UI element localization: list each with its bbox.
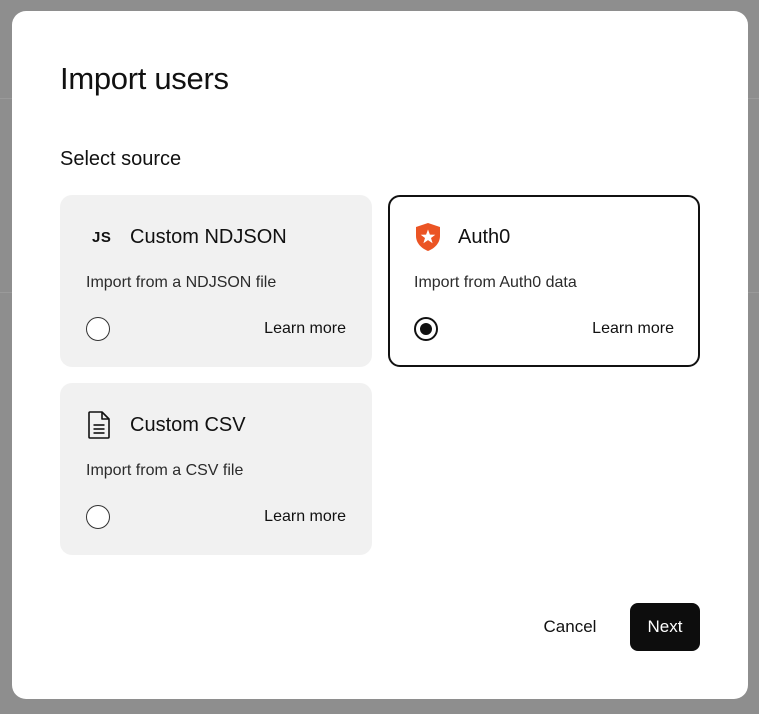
dialog-title: Import users [60,61,229,96]
document-icon [86,410,116,440]
learn-more-link-auth0[interactable]: Learn more [592,318,674,340]
js-icon: JS [92,228,112,246]
card-title: Custom NDJSON [130,226,287,248]
learn-more-link-custom-ndjson[interactable]: Learn more [264,318,346,340]
cancel-button[interactable]: Cancel [526,603,614,651]
radio-selected-dot [420,323,432,335]
card-description: Import from a CSV file [86,462,244,479]
source-radio-custom-ndjson[interactable] [86,317,110,341]
source-card-custom-csv[interactable]: Custom CSV Import from a CSV file Learn … [60,383,372,555]
source-card-custom-ndjson[interactable]: JS Custom NDJSON Import from a NDJSON fi… [60,195,372,367]
card-title: Auth0 [458,226,511,248]
auth0-icon [414,222,444,252]
card-description: Import from a NDJSON file [86,274,277,291]
source-radio-custom-csv[interactable] [86,505,110,529]
source-card-auth0[interactable]: Auth0 Import from Auth0 data Learn more [388,195,700,367]
source-radio-auth0[interactable] [414,317,438,341]
learn-more-link-custom-csv[interactable]: Learn more [264,506,346,528]
card-header: JS Custom NDJSON [86,221,287,253]
import-users-dialog: Import users Select source JS Custom NDJ… [12,11,748,699]
auth0-logo-shape [416,223,440,251]
select-source-label: Select source [60,148,182,170]
next-button[interactable]: Next [630,603,700,651]
card-header: Custom CSV [86,409,246,441]
card-title: Custom CSV [130,414,246,436]
card-description: Import from Auth0 data [414,274,577,291]
card-header: Auth0 [414,221,510,253]
